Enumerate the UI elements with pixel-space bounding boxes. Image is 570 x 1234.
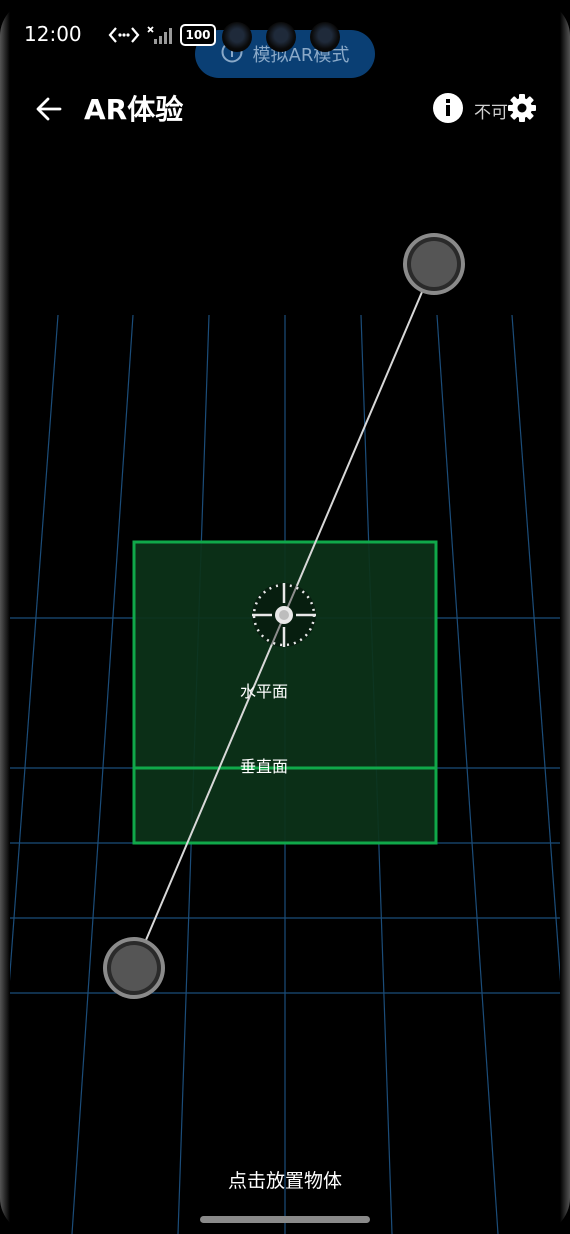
status-icons: 100	[108, 24, 216, 46]
drag-handle-top[interactable]	[403, 233, 465, 295]
horizontal-plane-label: 水平面	[240, 682, 289, 701]
info-icon	[433, 93, 463, 123]
settings-button[interactable]	[506, 92, 538, 124]
data-transfer-icon	[108, 25, 140, 45]
signal-icon	[146, 25, 174, 45]
front-cameras	[222, 22, 340, 52]
status-bar: 12:00 100	[0, 0, 570, 70]
ar-screen: 水平面 垂直面 模拟AR模式 12:00 100 AR体验 不可 点击放置物体	[0, 0, 570, 1234]
tracking-status-label: 不可	[474, 103, 508, 123]
page-title: AR体验	[84, 93, 184, 126]
arrow-left-icon	[36, 97, 62, 121]
gear-icon	[508, 94, 536, 122]
vertical-plane-label: 垂直面	[240, 757, 289, 776]
home-indicator[interactable]	[200, 1216, 370, 1223]
status-time: 12:00	[24, 22, 82, 46]
ar-scene[interactable]	[0, 0, 570, 1234]
placement-hint: 点击放置物体	[227, 1170, 342, 1192]
back-button[interactable]	[30, 90, 68, 128]
camera-icon	[310, 22, 340, 52]
camera-icon	[266, 22, 296, 52]
info-button[interactable]	[432, 92, 464, 124]
camera-icon	[222, 22, 252, 52]
battery-indicator: 100	[180, 24, 216, 46]
app-header: AR体验 不可	[0, 78, 570, 138]
placement-reticle	[252, 583, 316, 647]
drag-handle-bottom[interactable]	[103, 937, 165, 999]
